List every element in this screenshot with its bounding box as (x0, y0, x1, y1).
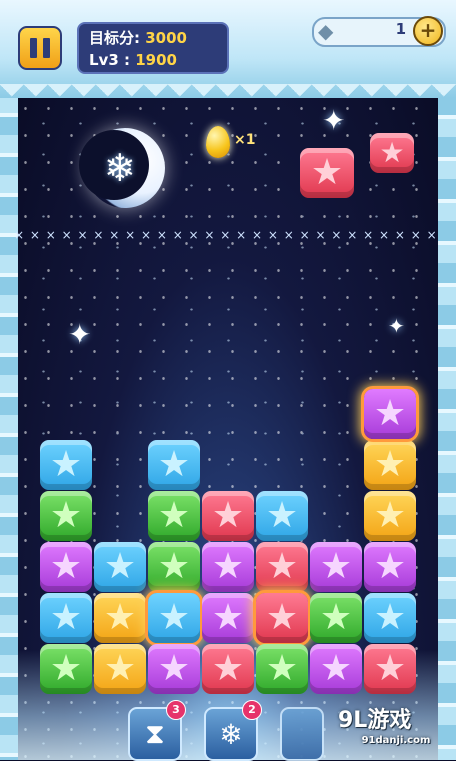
block-blue[interactable]: ★ (40, 440, 92, 490)
block-green[interactable]: ★ (310, 593, 362, 643)
golden-egg-icon (206, 126, 230, 158)
block-purple[interactable]: ★ (364, 542, 416, 592)
star-icon: ★ (157, 597, 191, 638)
icicles (0, 84, 456, 110)
star-icon: ★ (319, 546, 353, 587)
diamond-icon: ◆ (318, 19, 334, 43)
block-red[interactable]: ★ (364, 644, 416, 694)
star-icon: ★ (319, 648, 353, 689)
block-yellow[interactable]: ★ (364, 440, 416, 490)
ice-border-left (0, 95, 18, 760)
block-blue[interactable]: ★ (94, 542, 146, 592)
sparkle-icon: ✦ (68, 318, 92, 351)
star-icon: ★ (49, 495, 83, 536)
falling-block-red: ★ (300, 148, 354, 198)
block-green[interactable]: ★ (256, 644, 308, 694)
star-icon: ★ (157, 444, 191, 485)
block-yellow[interactable]: ★ (364, 491, 416, 541)
falling-block-red: ★ (370, 133, 414, 173)
block-red[interactable]: ★ (202, 491, 254, 541)
star-icon: ★ (211, 597, 245, 638)
star-icon: ★ (310, 152, 344, 193)
snowflake-icon: ❄ (104, 146, 136, 190)
star-icon: ★ (373, 495, 407, 536)
block-blue[interactable]: ★ (148, 593, 200, 643)
star-icon: ★ (211, 648, 245, 689)
block-green[interactable]: ★ (40, 491, 92, 541)
pause-icon (30, 38, 37, 58)
watermark-logo: 9L游戏 (338, 708, 412, 733)
snowflake-icon: ❄ (219, 717, 243, 751)
add-gems-button[interactable]: + (413, 16, 443, 46)
star-icon: ★ (103, 546, 137, 587)
star-icon: ★ (49, 444, 83, 485)
block-purple[interactable]: ★ (364, 389, 416, 439)
block-yellow[interactable]: ★ (94, 593, 146, 643)
block-green[interactable]: ★ (148, 491, 200, 541)
star-icon: ★ (49, 597, 83, 638)
star-icon: ★ (265, 495, 299, 536)
limit-line: × × × × × × × × × × × × × × × × × × × × … (14, 228, 442, 242)
egg-multiplier: ×1 (234, 132, 256, 148)
star-icon: ★ (373, 546, 407, 587)
level-label: Lv3 : (89, 51, 130, 69)
block-blue[interactable]: ★ (256, 491, 308, 541)
block-purple[interactable]: ★ (202, 542, 254, 592)
tool-button[interactable] (280, 707, 324, 761)
star-icon: ★ (103, 648, 137, 689)
block-blue[interactable]: ★ (148, 440, 200, 490)
block-purple[interactable]: ★ (310, 542, 362, 592)
tool-count-badge: 3 (166, 700, 186, 720)
hourglass-icon: ⧗ (145, 717, 165, 750)
star-icon: ★ (373, 597, 407, 638)
star-icon: ★ (49, 648, 83, 689)
star-icon: ★ (373, 444, 407, 485)
pause-icon (43, 38, 50, 58)
sparkle-icon: ✦ (322, 104, 346, 137)
block-blue[interactable]: ★ (40, 593, 92, 643)
block-purple[interactable]: ★ (202, 593, 254, 643)
star-icon: ★ (373, 393, 407, 434)
star-icon: ★ (265, 648, 299, 689)
block-blue[interactable]: ★ (364, 593, 416, 643)
block-green[interactable]: ★ (40, 644, 92, 694)
watermark: 9L游戏 91danji.com (338, 708, 454, 758)
star-icon: ★ (103, 597, 137, 638)
ice-border-right (438, 95, 456, 760)
pause-button[interactable] (18, 26, 62, 70)
block-purple[interactable]: ★ (148, 644, 200, 694)
block-purple[interactable]: ★ (310, 644, 362, 694)
block-green[interactable]: ★ (148, 542, 200, 592)
target-label: 目标分: (89, 29, 140, 47)
gem-count: 1 (395, 20, 406, 38)
target-value: 3000 (145, 29, 187, 47)
watermark-site: 91danji.com (361, 735, 431, 746)
tool-count-badge: 2 (242, 700, 262, 720)
level-score: 1900 (135, 51, 177, 69)
star-icon: ★ (211, 495, 245, 536)
score-panel: 目标分: 3000 Lv3 : 1900 (77, 22, 229, 74)
star-icon: ★ (265, 546, 299, 587)
star-icon: ★ (379, 136, 405, 169)
block-red[interactable]: ★ (256, 542, 308, 592)
star-icon: ★ (157, 546, 191, 587)
star-icon: ★ (49, 546, 83, 587)
block-red[interactable]: ★ (202, 644, 254, 694)
block-red[interactable]: ★ (256, 593, 308, 643)
star-icon: ★ (157, 495, 191, 536)
star-icon: ★ (373, 648, 407, 689)
sparkle-icon: ✦ (388, 314, 405, 338)
block-yellow[interactable]: ★ (94, 644, 146, 694)
star-icon: ★ (157, 648, 191, 689)
block-purple[interactable]: ★ (40, 542, 92, 592)
star-icon: ★ (211, 546, 245, 587)
star-icon: ★ (265, 597, 299, 638)
star-icon: ★ (319, 597, 353, 638)
